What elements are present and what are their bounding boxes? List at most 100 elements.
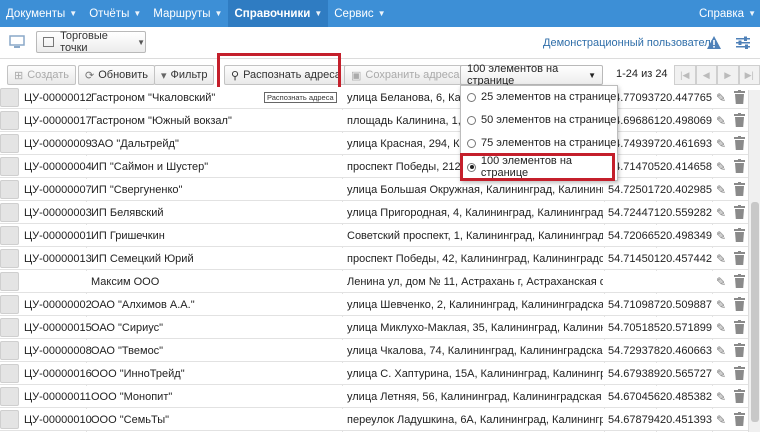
last-page-button[interactable]: ▶|: [738, 65, 760, 85]
menu-reports[interactable]: Отчёты ▼: [83, 0, 147, 27]
pencil-icon[interactable]: ✎: [716, 206, 726, 220]
page-size-select[interactable]: 100 элементов на странице ▼: [460, 63, 603, 87]
catalog-select[interactable]: Торговые точки ▼: [36, 30, 146, 54]
radio-icon: [467, 115, 476, 125]
first-page-button[interactable]: |◀: [674, 65, 696, 85]
row-select-checkbox[interactable]: [0, 295, 19, 314]
row-select-checkbox[interactable]: [0, 249, 19, 268]
menu-service[interactable]: Сервис ▼: [328, 0, 391, 27]
save-addresses-button[interactable]: ▣ Сохранить адреса: [344, 65, 467, 85]
trash-icon[interactable]: [734, 343, 745, 357]
next-page-button[interactable]: ▶: [717, 65, 739, 85]
row-latitude: 54.720665: [608, 229, 660, 242]
trash-icon[interactable]: [734, 159, 745, 173]
trash-icon[interactable]: [734, 90, 745, 104]
refresh-button[interactable]: ⟳ Обновить: [78, 65, 156, 85]
table-row[interactable]: ЦУ-00000015 ОАО "Сириус" улица Миклухо-М…: [0, 317, 748, 339]
page-size-option-50[interactable]: 50 элементов на странице: [461, 109, 619, 131]
row-name: ЗАО "Дальтрейд": [91, 137, 179, 150]
trash-icon[interactable]: [734, 182, 745, 196]
pencil-icon[interactable]: ✎: [716, 183, 726, 197]
menu-routes[interactable]: Маршруты ▼: [147, 0, 228, 27]
table-row[interactable]: ЦУ-00000003 ИП Белявский улица Пригородн…: [0, 202, 748, 224]
trash-icon[interactable]: [734, 113, 745, 127]
pencil-icon[interactable]: ✎: [716, 160, 726, 174]
row-name: ИП Белявский: [91, 206, 164, 219]
monitor-icon[interactable]: [9, 35, 25, 49]
row-select-checkbox[interactable]: [0, 341, 19, 360]
row-select-checkbox[interactable]: [0, 203, 19, 222]
pencil-icon[interactable]: ✎: [716, 91, 726, 105]
row-select-checkbox[interactable]: [0, 272, 19, 291]
settings-sliders-icon[interactable]: [735, 35, 751, 50]
user-link[interactable]: Демонстрационный пользователь: [543, 37, 716, 49]
table-row[interactable]: ЦУ-00000008 ОАО "Твемос" улица Чкалова, …: [0, 340, 748, 362]
row-select-checkbox[interactable]: [0, 318, 19, 337]
row-select-checkbox[interactable]: [0, 180, 19, 199]
row-latitude: 54.725017: [608, 183, 660, 196]
row-code: ЦУ-00000009: [24, 137, 92, 150]
row-select-checkbox[interactable]: [0, 111, 19, 130]
row-select-checkbox[interactable]: [0, 387, 19, 406]
warning-icon[interactable]: [706, 35, 722, 50]
trash-icon[interactable]: [734, 366, 745, 380]
trash-icon[interactable]: [734, 205, 745, 219]
pencil-icon[interactable]: ✎: [716, 137, 726, 151]
trash-icon[interactable]: [734, 412, 745, 426]
filter-button[interactable]: ▾ Фильтр: [154, 65, 215, 85]
row-longitude: 20.461693: [660, 137, 712, 150]
trash-icon[interactable]: [734, 297, 745, 311]
table-row[interactable]: ЦУ-00000002 ОАО "Алхимов А.А." улица Шев…: [0, 294, 748, 316]
trash-icon[interactable]: [734, 251, 745, 265]
pencil-icon[interactable]: ✎: [716, 413, 726, 427]
add-icon: ⊞: [14, 69, 24, 82]
table-row[interactable]: ЦУ-00000009 ЗАО "Дальтрейд" улица Красна…: [0, 133, 748, 155]
trash-icon[interactable]: [734, 389, 745, 403]
table-row[interactable]: ЦУ-00000010 ООО "СемьТы" переулок Ладушк…: [0, 409, 748, 431]
prev-page-button[interactable]: ◀: [695, 65, 717, 85]
table-row[interactable]: ЦУ-00000011 ООО "Монопит" улица Летняя, …: [0, 386, 748, 408]
pencil-icon[interactable]: ✎: [716, 114, 726, 128]
pencil-icon[interactable]: ✎: [716, 321, 726, 335]
table-row[interactable]: ЦУ-00000016 ООО "ИнноТрейд" улица С. Хап…: [0, 363, 748, 385]
row-select-checkbox[interactable]: [0, 364, 19, 383]
row-latitude: 54.705185: [608, 321, 660, 334]
table-row[interactable]: ЦУ-00000004 ИП "Саймон и Шустер" проспек…: [0, 156, 748, 178]
row-name: ОАО "Твемос": [91, 344, 164, 357]
table-row[interactable]: ЦУ-00000001 ИП Гришечкин Советский просп…: [0, 225, 748, 247]
pencil-icon[interactable]: ✎: [716, 390, 726, 404]
vertical-scrollbar[interactable]: [748, 90, 760, 432]
trash-icon[interactable]: [734, 320, 745, 334]
table-row[interactable]: Максим ООО Ленина ул, дом № 11, Астрахан…: [0, 271, 748, 293]
trash-icon[interactable]: [734, 274, 745, 288]
pencil-icon[interactable]: ✎: [716, 252, 726, 266]
menu-help[interactable]: Справка ▼: [693, 0, 760, 27]
row-select-checkbox[interactable]: [0, 88, 19, 107]
scrollbar-thumb[interactable]: [751, 202, 759, 422]
trash-icon[interactable]: [734, 228, 745, 242]
row-select-checkbox[interactable]: [0, 134, 19, 153]
table-row[interactable]: ЦУ-00000013 ИП Семецкий Юрий проспект По…: [0, 248, 748, 270]
row-select-checkbox[interactable]: [0, 410, 19, 429]
menu-documents[interactable]: Документы ▼: [0, 0, 83, 27]
page-size-option-75[interactable]: 75 элементов на странице: [461, 132, 619, 154]
table-row[interactable]: ЦУ-00000017 Гастроном "Южный вокзал" пло…: [0, 110, 748, 132]
row-name: Максим ООО: [91, 275, 160, 288]
trash-icon[interactable]: [734, 136, 745, 150]
table-row[interactable]: ЦУ-00000012 Гастроном "Чкаловский" улица…: [0, 87, 748, 109]
page-size-option-25[interactable]: 25 элементов на странице: [461, 86, 619, 108]
pencil-icon[interactable]: ✎: [716, 344, 726, 358]
main-menu-bar: Документы ▼ Отчёты ▼ Маршруты ▼ Справочники…: [0, 0, 760, 27]
row-select-checkbox[interactable]: [0, 157, 19, 176]
pencil-icon[interactable]: ✎: [716, 229, 726, 243]
menu-catalogs[interactable]: Справочники ▼: [228, 0, 329, 27]
pencil-icon[interactable]: ✎: [716, 367, 726, 381]
table-row[interactable]: ЦУ-00000007 ИП "Свергуненко" улица Больш…: [0, 179, 748, 201]
create-button[interactable]: ⊞ Создать: [7, 65, 77, 85]
pencil-icon[interactable]: ✎: [716, 275, 726, 289]
row-select-checkbox[interactable]: [0, 226, 19, 245]
row-latitude: 54.729378: [608, 344, 660, 357]
row-name: ООО "ИнноТрейд": [91, 367, 185, 380]
row-address: проспект Победы, 42, Калининград, Калини…: [347, 252, 603, 265]
pencil-icon[interactable]: ✎: [716, 298, 726, 312]
